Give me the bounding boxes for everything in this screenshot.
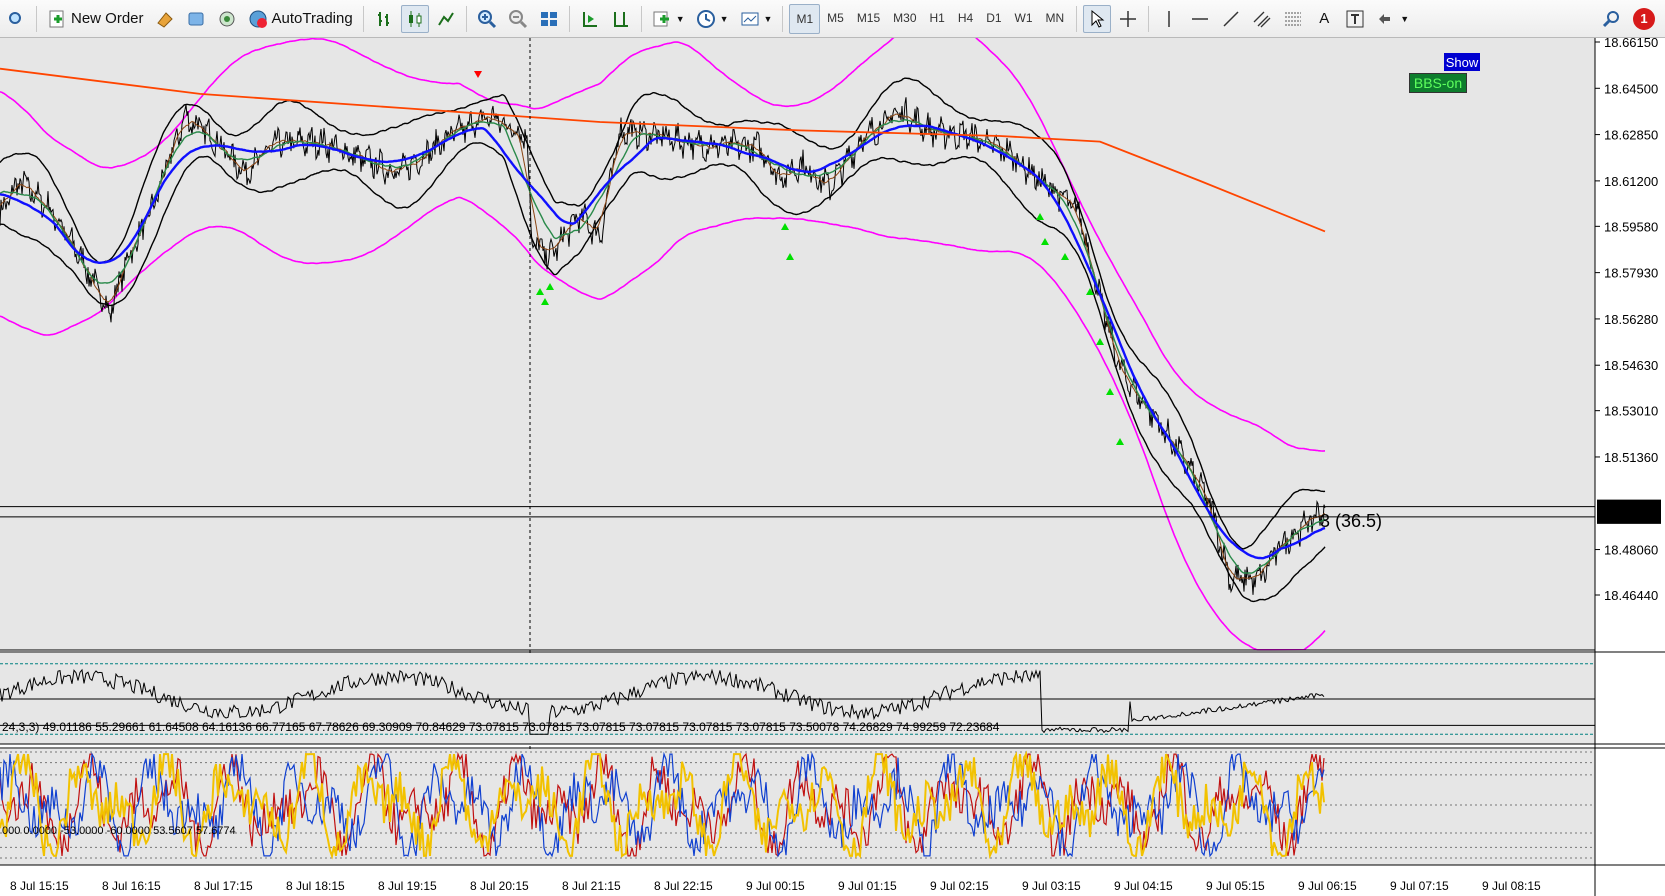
periods-icon[interactable]: ▼	[692, 5, 733, 33]
time-tick-label: 9 Jul 01:15	[838, 879, 897, 893]
price-tick-label: 18.54630	[1604, 358, 1658, 373]
price-tick-label: 18.59580	[1604, 219, 1658, 234]
timeframe-m1[interactable]: M1	[789, 3, 821, 34]
bar-chart-icon[interactable]	[370, 5, 398, 33]
time-tick-label: 8 Jul 16:15	[102, 879, 161, 893]
search-icon[interactable]	[1598, 5, 1626, 33]
toolbar-separator	[36, 5, 37, 32]
chart-shift-icon[interactable]	[607, 5, 635, 33]
timeframe-h4[interactable]: H4	[952, 4, 979, 32]
price-tick-label: 18.51360	[1604, 450, 1658, 465]
timeframe-bar: M1 M5 M15 M30 H1 H4 D1 W1 MN	[789, 3, 1071, 34]
new-order-button[interactable]: New Order	[43, 5, 148, 33]
time-tick-label: 8 Jul 18:15	[286, 879, 345, 893]
price-axis[interactable]	[1595, 38, 1665, 896]
price-tick-label: 18.57930	[1604, 266, 1658, 281]
chevron-down-icon: ▼	[1400, 13, 1410, 24]
zoom-icon[interactable]	[2, 5, 30, 33]
time-tick-label: 8 Jul 15:15	[10, 879, 69, 893]
crosshair-icon[interactable]	[1114, 5, 1142, 33]
time-tick-label: 9 Jul 07:15	[1390, 879, 1449, 893]
price-tag: 18.49225	[1602, 511, 1652, 525]
fibonacci-icon[interactable]	[1279, 5, 1307, 33]
price-tick-label: 18.48060	[1604, 543, 1658, 558]
price-tick-label: 18.61200	[1604, 174, 1658, 189]
time-tick-label: 9 Jul 04:15	[1114, 879, 1173, 893]
price-tick-label: 18.66150	[1604, 38, 1658, 50]
tile-icon[interactable]	[535, 5, 563, 33]
new-order-icon	[49, 10, 64, 27]
price-tick-label: 18.56280	[1604, 312, 1658, 327]
chart-window[interactable]: 90.00000502010.00000 4.501009078.45023.6…	[0, 38, 1665, 896]
time-axis: 8 Jul 15:15 8 Jul 16:15 8 Jul 17:15 8 Jul 1…	[10, 879, 1541, 893]
arrows-icon[interactable]: ▼	[1372, 5, 1413, 33]
history-icon[interactable]	[151, 5, 179, 33]
templates-icon[interactable]: ▼	[736, 5, 777, 33]
toolbar-separator	[782, 5, 784, 32]
toolbar-separator	[640, 5, 642, 32]
navigator-icon[interactable]	[213, 5, 241, 33]
time-tick-label: 8 Jul 22:15	[654, 879, 713, 893]
show-button[interactable]: Show	[1444, 53, 1480, 71]
macd-values-text: 000 0.0000 -53.0000 -60.0000 53.5607 57.…	[2, 825, 236, 837]
bbs-on-button[interactable]: BBS-on	[1409, 73, 1467, 93]
vertical-line-icon[interactable]	[1155, 5, 1183, 33]
chevron-down-icon: ▼	[675, 13, 685, 24]
time-tick-label: 9 Jul 08:15	[1482, 879, 1541, 893]
time-tick-label: 9 Jul 06:15	[1298, 879, 1357, 893]
time-tick-label: 8 Jul 20:15	[470, 879, 529, 893]
timeframe-d1[interactable]: D1	[980, 4, 1007, 32]
stochastic-values-text: 24,3,3) 49.01186 55.29661 61.64508 64.16…	[2, 720, 1000, 734]
text-icon[interactable]: A	[1310, 5, 1338, 33]
trendline-icon[interactable]	[1217, 5, 1245, 33]
notification-badge: 1	[1633, 7, 1655, 30]
time-tick-label: 9 Jul 00:15	[746, 879, 805, 893]
equidistant-channel-icon[interactable]	[1248, 5, 1276, 33]
chevron-down-icon: ▼	[763, 13, 773, 24]
timeframe-w1[interactable]: W1	[1009, 4, 1039, 32]
notifications-button[interactable]: 1	[1629, 5, 1659, 33]
autoscroll-icon[interactable]	[576, 5, 604, 33]
time-tick-label: 8 Jul 21:15	[562, 879, 621, 893]
time-tick-label: 8 Jul 17:15	[194, 879, 253, 893]
price-tick-label: 18.62850	[1604, 128, 1658, 143]
spread-label: 3 (36.5)	[1320, 511, 1382, 531]
cursor-icon[interactable]	[1083, 4, 1112, 33]
toolbar-separator	[1076, 5, 1078, 32]
timeframe-m30[interactable]: M30	[887, 4, 922, 32]
autotrading-button[interactable]: AutoTrading	[244, 5, 357, 33]
autotrading-icon	[249, 10, 267, 28]
data-window-icon[interactable]	[182, 5, 210, 33]
toolbar-separator	[568, 5, 570, 32]
time-tick-label: 9 Jul 02:15	[930, 879, 989, 893]
candlestick-icon[interactable]	[400, 4, 429, 33]
autotrading-label: AutoTrading	[271, 10, 353, 27]
price-tick-label: 18.53010	[1604, 404, 1658, 419]
timeframe-m15[interactable]: M15	[851, 4, 886, 32]
chevron-down-icon: ▼	[719, 13, 729, 24]
new-order-label: New Order	[71, 10, 144, 27]
timeframe-h1[interactable]: H1	[924, 4, 951, 32]
time-tick-label: 9 Jul 05:15	[1206, 879, 1265, 893]
toolbar-separator	[1148, 5, 1150, 32]
main-toolbar: New Order AutoTrading ▼ ▼ ▼ M1 M5 M15 M3…	[0, 0, 1665, 38]
toolbar-separator	[362, 5, 364, 32]
timeframe-mn[interactable]: MN	[1040, 4, 1071, 32]
zoom-out-icon[interactable]	[504, 5, 532, 33]
price-tick-label: 18.64500	[1604, 81, 1658, 96]
zoom-in-icon[interactable]	[473, 5, 501, 33]
time-tick-label: 8 Jul 19:15	[378, 879, 437, 893]
price-tick-label: 18.46440	[1604, 588, 1658, 603]
timeframe-m5[interactable]: M5	[821, 4, 850, 32]
toolbar-separator	[465, 5, 467, 32]
text-label-icon[interactable]	[1341, 5, 1369, 33]
time-tick-label: 9 Jul 03:15	[1022, 879, 1081, 893]
horizontal-line-icon[interactable]	[1186, 5, 1214, 33]
indicators-icon[interactable]: ▼	[648, 5, 689, 33]
line-chart-icon[interactable]	[432, 5, 460, 33]
